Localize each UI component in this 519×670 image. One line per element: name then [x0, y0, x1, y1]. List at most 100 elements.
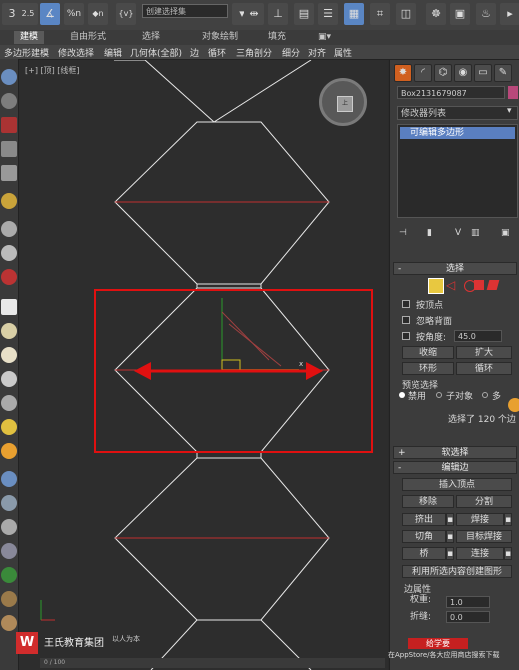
- shrink-button[interactable]: 收缩: [402, 346, 454, 359]
- tab-populate[interactable]: 填充: [268, 31, 286, 44]
- helper-tool-icon[interactable]: [1, 245, 17, 261]
- gear-tool-icon[interactable]: [1, 543, 17, 559]
- create-shape-button[interactable]: 利用所选内容创建图形: [402, 565, 512, 578]
- show-end-result-icon[interactable]: ▮: [427, 228, 432, 238]
- bridge-settings-button[interactable]: ▪: [446, 547, 454, 560]
- polygon-mode-icon[interactable]: [474, 280, 484, 290]
- flag-tool-icon[interactable]: [1, 117, 17, 133]
- subobject-radio[interactable]: [436, 392, 442, 398]
- angle-snap-button[interactable]: ∡: [40, 3, 60, 25]
- viewcube-face[interactable]: 上: [337, 96, 353, 112]
- cone-primitive-icon[interactable]: [1, 395, 17, 411]
- align-icon[interactable]: ⊥: [268, 3, 288, 25]
- tab-modeling[interactable]: 建模: [14, 31, 45, 44]
- layer-toggle-icon[interactable]: ▤: [294, 3, 314, 25]
- light-tool-icon[interactable]: [1, 193, 17, 209]
- space-warp-tool-icon[interactable]: [1, 269, 17, 285]
- weld-settings-button[interactable]: ▪: [504, 513, 512, 526]
- ring-button[interactable]: 环形: [402, 362, 454, 375]
- scatter-tool-icon[interactable]: [1, 591, 17, 607]
- selection-rollout-header[interactable]: - 选择: [393, 262, 517, 275]
- remove-button[interactable]: 移除: [402, 495, 454, 508]
- configure-sets-icon[interactable]: ▣: [501, 228, 510, 238]
- render-teapot-icon[interactable]: ♨: [476, 3, 496, 25]
- extrude-settings-button[interactable]: ▪: [446, 513, 454, 526]
- menu-geometry-all[interactable]: 几何体(全部): [130, 46, 182, 59]
- curve-editor-icon[interactable]: ▦: [344, 3, 364, 25]
- more-tools-icon[interactable]: ▸: [500, 3, 519, 25]
- rendered-frame-icon[interactable]: ▣: [450, 3, 470, 25]
- edit-edges-rollout-header[interactable]: - 编辑边: [393, 461, 517, 474]
- menu-align[interactable]: 对齐: [308, 46, 326, 59]
- select-tool-icon[interactable]: [1, 69, 17, 85]
- viewcube[interactable]: 上: [319, 78, 367, 126]
- bridge-button[interactable]: 桥: [402, 547, 446, 560]
- connect-button[interactable]: 连接: [456, 547, 504, 560]
- menu-properties[interactable]: 属性: [334, 46, 352, 59]
- weight-spinner[interactable]: 1.0: [446, 596, 490, 608]
- insert-vertex-button[interactable]: 插入顶点: [402, 478, 512, 491]
- menu-poly-modeling[interactable]: 多边形建模: [4, 46, 49, 59]
- schematic-view-icon[interactable]: ⌗: [370, 3, 390, 25]
- brush-tool-icon[interactable]: [1, 495, 17, 511]
- tab-object-paint[interactable]: 对象绘制: [202, 31, 238, 44]
- disabled-radio[interactable]: [399, 392, 405, 398]
- crease-spinner[interactable]: 0.0: [446, 611, 490, 623]
- vertex-mode-icon[interactable]: [428, 278, 444, 294]
- motion-tab-icon[interactable]: ◉: [454, 64, 472, 82]
- ribbon-options-icon[interactable]: ▣▾: [318, 31, 331, 44]
- multi-radio[interactable]: [482, 392, 488, 398]
- particle-tool-icon[interactable]: [1, 471, 17, 487]
- make-unique-icon[interactable]: V: [455, 228, 461, 238]
- teapot-primitive-icon[interactable]: [1, 371, 17, 387]
- geosphere-primitive-icon[interactable]: [1, 347, 17, 363]
- weld-button[interactable]: 焊接: [456, 513, 504, 526]
- modifier-list-dropdown[interactable]: 修改器列表: [397, 106, 518, 120]
- tube-tool-icon[interactable]: [1, 519, 17, 535]
- grid-tool-icon[interactable]: [1, 141, 17, 157]
- object-color-swatch[interactable]: [508, 86, 518, 99]
- target-weld-button[interactable]: 目标焊接: [456, 530, 512, 543]
- display-tab-icon[interactable]: ▭: [474, 64, 492, 82]
- menu-edit[interactable]: 编辑: [104, 46, 122, 59]
- edit-named-selection-button[interactable]: {v}: [116, 3, 136, 25]
- connect-settings-button[interactable]: ▪: [504, 547, 512, 560]
- table-tool-icon[interactable]: [1, 165, 17, 181]
- material-editor-icon[interactable]: ◫: [396, 3, 416, 25]
- by-angle-checkbox[interactable]: [402, 332, 410, 340]
- object-name-field[interactable]: Box2131679087: [397, 86, 505, 99]
- sun-tool-icon[interactable]: [1, 419, 17, 435]
- soft-selection-rollout-header[interactable]: + 软选择: [393, 446, 517, 459]
- stack-item-editable-poly[interactable]: 可编辑多边形: [400, 127, 515, 139]
- chamfer-button[interactable]: 切角: [402, 530, 446, 543]
- menu-modify-selection[interactable]: 修改选择: [58, 46, 94, 59]
- promo-red-button[interactable]: 给学要: [408, 638, 468, 649]
- extrude-button[interactable]: 挤出: [402, 513, 446, 526]
- ignore-backfacing-checkbox[interactable]: [402, 316, 410, 324]
- scene-explorer-icon[interactable]: ☰: [318, 3, 338, 25]
- chamfer-settings-button[interactable]: ▪: [446, 530, 454, 543]
- render-setup-icon[interactable]: ☸: [426, 3, 446, 25]
- plant-tool-icon[interactable]: [1, 567, 17, 583]
- edge-mode-icon[interactable]: ◁: [446, 278, 460, 294]
- dropdown-arrow-icon[interactable]: ▾: [507, 106, 512, 116]
- loop-button[interactable]: 循环: [456, 362, 512, 375]
- tab-selection[interactable]: 选择: [142, 31, 160, 44]
- time-slider[interactable]: 0 / 100: [40, 658, 385, 668]
- sphere-primitive-icon[interactable]: [1, 323, 17, 339]
- snap-2-5-button[interactable]: 2.5: [18, 3, 38, 25]
- element-mode-icon[interactable]: [486, 280, 500, 290]
- grow-button[interactable]: 扩大: [456, 346, 512, 359]
- spinner-snap-button[interactable]: ◆n: [88, 3, 108, 25]
- hair-tool-icon[interactable]: [1, 615, 17, 631]
- split-button[interactable]: 分割: [456, 495, 512, 508]
- percent-snap-button[interactable]: %n: [64, 3, 84, 25]
- menu-edges[interactable]: 边: [190, 46, 199, 59]
- named-selection-dropdown[interactable]: 创建选择集: [142, 4, 228, 18]
- create-tab-icon[interactable]: ✸: [394, 64, 412, 82]
- top-viewport[interactable]: [+] [顶] [线框] x 上: [19, 60, 388, 670]
- pin-stack-icon[interactable]: ⊣: [399, 228, 407, 238]
- by-vertex-checkbox[interactable]: [402, 300, 410, 308]
- star-tool-icon[interactable]: [1, 443, 17, 459]
- cloud-tool-icon[interactable]: [1, 93, 17, 109]
